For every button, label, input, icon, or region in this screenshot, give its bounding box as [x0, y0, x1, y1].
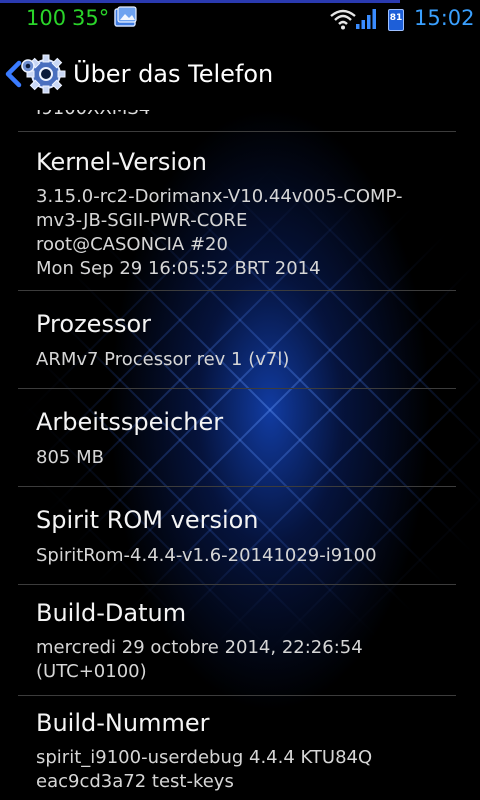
list-item-kernel-version[interactable]: Kernel-Version 3.15.0-rc2-Dorimanx-V10.4… — [0, 132, 480, 290]
partial-previous-item-text: I9100XXMS4 — [36, 110, 150, 119]
settings-gear-icon[interactable] — [16, 52, 68, 98]
battery-icon: 81 — [388, 9, 404, 31]
summary-line: SpiritRom-4.4.4-v1.6-20141029-i9100 — [36, 545, 377, 566]
list-item-build-date[interactable]: Build-Datum mercredi 29 octobre 2014, 22… — [0, 585, 480, 695]
summary-line: ARMv7 Processor rev 1 (v7l) — [36, 349, 290, 370]
summary-line: Mon Sep 29 16:05:52 BRT 2014 — [36, 258, 321, 279]
list-item-title: Build-Nummer — [36, 709, 210, 737]
list-item-title: Kernel-Version — [36, 148, 207, 176]
list-item-summary: 3.15.0-rc2-Dorimanx-V10.44v005-COMP- mv3… — [36, 185, 456, 281]
list-item-spirit-rom-version[interactable]: Spirit ROM version SpiritRom-4.4.4-v1.6-… — [0, 487, 480, 584]
summary-line: mv3-JB-SGII-PWR-CORE — [36, 210, 248, 231]
notification-image-icon — [114, 6, 137, 27]
about-phone-list[interactable]: I9100XXMS4 Kernel-Version 3.15.0-rc2-Dor… — [0, 110, 480, 800]
summary-line: eac9cd3a72 test-keys — [36, 771, 234, 792]
list-item-memory[interactable]: Arbeitsspeicher 805 MB — [0, 389, 480, 486]
list-item-summary: mercredi 29 octobre 2014, 22:26:54 (UTC+… — [36, 636, 456, 684]
summary-line: 3.15.0-rc2-Dorimanx-V10.44v005-COMP- — [36, 186, 403, 207]
battery-icon-value: 81 — [389, 13, 403, 23]
list-item-title: Arbeitsspeicher — [36, 408, 224, 436]
status-bar: 100 35° 81 15:02 — [0, 0, 480, 38]
status-clock: 15:02 — [414, 6, 475, 30]
list-item-summary: SpiritRom-4.4.4-v1.6-20141029-i9100 — [36, 544, 456, 568]
list-item-summary: spirit_i9100-userdebug 4.4.4 KTU84Q eac9… — [36, 746, 456, 794]
list-item-build-number[interactable]: Build-Nummer spirit_i9100-userdebug 4.4.… — [0, 696, 480, 800]
page-title: Über das Telefon — [73, 60, 274, 88]
signal-icon — [356, 9, 376, 29]
list-item-summary: 805 MB — [36, 446, 456, 470]
action-bar[interactable]: Über das Telefon — [0, 38, 480, 110]
summary-line: (UTC+0100) — [36, 661, 147, 682]
list-item-processor[interactable]: Prozessor ARMv7 Processor rev 1 (v7l) — [0, 291, 480, 388]
list-item-summary: ARMv7 Processor rev 1 (v7l) — [36, 348, 456, 372]
about-phone-screen: 100 35° 81 15:02 Über das Telefon Kernel… — [0, 0, 480, 800]
list-item-title: Build-Datum — [36, 599, 187, 627]
status-bar-accent-line — [0, 0, 400, 3]
summary-line: root@CASONCIA #20 — [36, 234, 228, 255]
wifi-icon — [330, 9, 356, 30]
temperature-text: 35° — [72, 6, 110, 30]
battery-level-text: 100 — [26, 6, 67, 30]
summary-line: 805 MB — [36, 447, 104, 468]
list-item-title: Spirit ROM version — [36, 506, 259, 534]
summary-line: mercredi 29 octobre 2014, 22:26:54 — [36, 637, 363, 658]
list-item-title: Prozessor — [36, 310, 151, 338]
summary-line: spirit_i9100-userdebug 4.4.4 KTU84Q — [36, 747, 373, 768]
